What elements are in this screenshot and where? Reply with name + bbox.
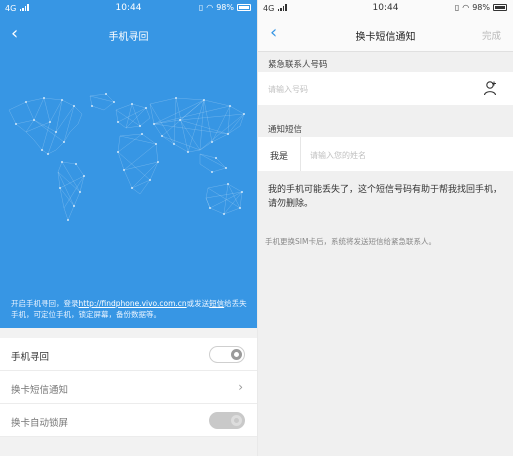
setting-label: 手机寻回 xyxy=(11,352,50,363)
divider xyxy=(300,137,301,171)
vibrate-icon: ▯ xyxy=(454,3,460,12)
contact-number-field[interactable]: 请输入号码 xyxy=(258,72,513,105)
name-input[interactable]: 请输入您的姓名 xyxy=(310,150,366,161)
setting-sim-auto-lock[interactable]: 换卡自动锁屏 xyxy=(0,404,257,437)
section-label-contact: 紧急联系人号码 xyxy=(268,60,328,70)
page-title: 换卡短信通知 xyxy=(355,32,416,43)
find-phone-toggle[interactable] xyxy=(209,346,245,363)
name-row: 我是 请输入您的姓名 xyxy=(258,137,513,171)
wifi-icon: ◠ xyxy=(462,3,470,12)
battery-percent: 98% xyxy=(216,3,234,12)
settings-list: 手机寻回 换卡短信通知 › 换卡自动锁屏 xyxy=(0,338,257,437)
chevron-right-icon: › xyxy=(238,380,243,394)
sim-change-sms-screen: 4G 10:44 ▯ ◠ 98% ‹ 换卡短信通知 完成 紧急联系人号码 请输入… xyxy=(258,0,513,456)
page-title: 手机寻回 xyxy=(108,32,149,43)
status-right: ▯ ◠ 98% xyxy=(199,3,251,12)
hint-text: 手机更换SIM卡后，系统将发送短信给紧急联系人。 xyxy=(265,237,436,246)
add-contact-icon[interactable] xyxy=(482,80,498,96)
setting-label: 换卡短信通知 xyxy=(11,385,69,396)
section-label-sms: 通知短信 xyxy=(268,125,303,135)
me-label: 我是 xyxy=(270,152,289,162)
promo-text: 开启手机寻回，登录 xyxy=(11,299,79,308)
setting-sim-change-sms[interactable]: 换卡短信通知 › xyxy=(0,371,257,404)
vibrate-icon: ▯ xyxy=(198,3,204,12)
top-bar: 4G 10:44 ▯ ◠ 98% ‹ 换卡短信通知 完成 xyxy=(258,0,513,52)
setting-find-phone[interactable]: 手机寻回 xyxy=(0,338,257,371)
setting-label: 换卡自动锁屏 xyxy=(11,418,69,429)
contact-number-input[interactable]: 请输入号码 xyxy=(268,84,308,95)
status-right: ▯ ◠ 98% xyxy=(455,3,507,12)
battery-icon xyxy=(237,4,251,11)
done-button[interactable]: 完成 xyxy=(482,28,501,42)
battery-percent: 98% xyxy=(472,3,490,12)
auto-lock-toggle[interactable] xyxy=(209,412,245,429)
battery-icon xyxy=(493,4,507,11)
nav-bar: ‹ 手机寻回 xyxy=(0,24,257,44)
status-bar: 4G 10:44 ▯ ◠ 98% xyxy=(0,0,257,18)
sms-link[interactable]: 短信 xyxy=(209,299,224,308)
findphone-link[interactable]: http://findphone.vivo.com.cn xyxy=(79,299,187,308)
find-phone-instructions: 开启手机寻回，登录http://findphone.vivo.com.cn或发送… xyxy=(11,298,251,320)
promo-text-mid: 或发送 xyxy=(186,299,210,308)
find-phone-screen: 4G 10:44 ▯ ◠ 98% ‹ 手机寻回 开启手机寻回，登录http://… xyxy=(0,0,257,456)
world-map-illustration xyxy=(8,93,245,221)
sms-message-text: 我的手机可能丢失了，这个短信号码有助于帮我找回手机，请勿删除。 xyxy=(268,185,503,209)
header-panel: 4G 10:44 ▯ ◠ 98% ‹ 手机寻回 开启手机寻回，登录http://… xyxy=(0,0,257,328)
wifi-icon: ◠ xyxy=(206,3,214,12)
status-bar: 4G 10:44 ▯ ◠ 98% xyxy=(258,0,513,18)
